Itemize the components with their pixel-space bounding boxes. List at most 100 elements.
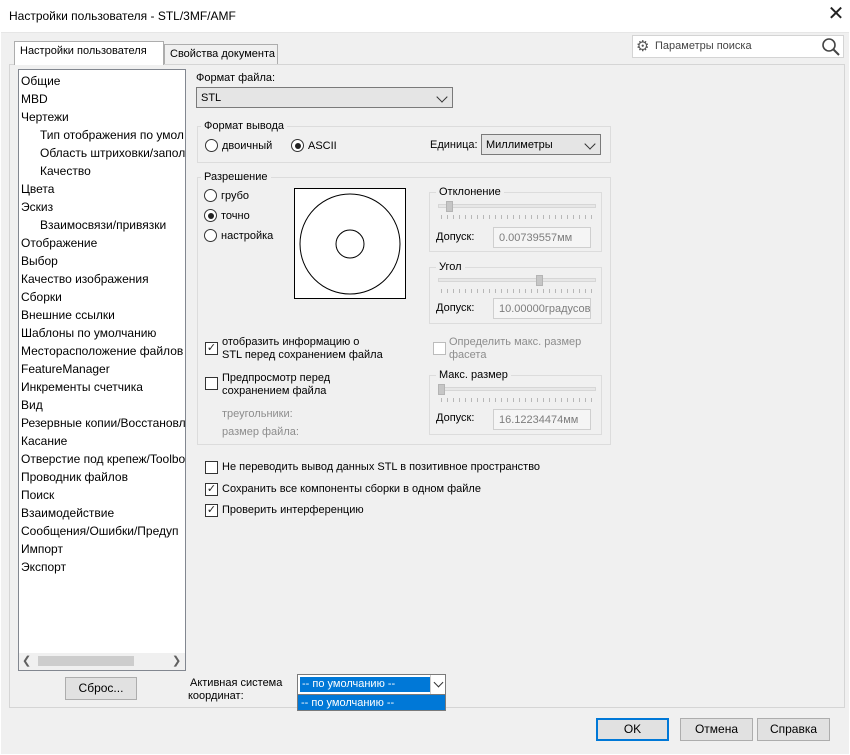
tree-item-quality[interactable]: Качество	[40, 164, 91, 178]
max-size-title: Макс. размер	[436, 369, 511, 381]
resolution-preview	[294, 188, 406, 299]
tree-item-export[interactable]: Экспорт	[21, 560, 66, 574]
tree-item-search[interactable]: Поиск	[21, 488, 54, 502]
show-info-label-2: STL перед сохранением файла	[222, 349, 383, 361]
no-translate-checkbox[interactable]	[205, 461, 218, 474]
filesize-label: размер файла:	[222, 426, 299, 438]
tree-item-touch[interactable]: Касание	[21, 434, 67, 448]
gear-icon[interactable]: ⚙	[636, 37, 649, 55]
max-size-checkbox-label-2: фасета	[449, 349, 487, 361]
deviation-title: Отклонение	[436, 186, 504, 198]
radio-custom[interactable]	[204, 229, 217, 242]
tree-item-assemblies[interactable]: Сборки	[21, 290, 62, 304]
close-icon[interactable]: ✕	[824, 3, 848, 27]
tree-item-messages[interactable]: Сообщения/Ошибки/Предуп	[21, 524, 179, 538]
file-format-select[interactable]: STL	[196, 87, 453, 108]
show-info-label-1: отобразить информацию о	[222, 336, 360, 348]
tree-item-sketch[interactable]: Эскиз	[21, 200, 53, 214]
radio-custom-label: настройка	[221, 230, 274, 242]
check-interference-label: Проверить интерференцию	[222, 504, 364, 516]
ok-button[interactable]: OK	[596, 718, 669, 741]
save-all-components-checkbox[interactable]: ✓	[205, 483, 218, 496]
unit-label: Единица:	[430, 139, 478, 151]
tree-item-hole-wizard[interactable]: Отверстие под крепеж/Toolbo	[21, 452, 185, 466]
deviation-ticks	[441, 215, 595, 219]
coord-system-select[interactable]: -- по умолчанию --	[297, 674, 446, 695]
tree-item-file-locations[interactable]: Месторасположение файлов	[21, 344, 183, 358]
output-format-title: Формат вывода	[201, 120, 288, 132]
coord-system-dropdown-button[interactable]	[430, 675, 446, 694]
tree-item-file-explorer[interactable]: Проводник файлов	[21, 470, 128, 484]
tree-item-default-templates[interactable]: Шаблоны по умолчанию	[21, 326, 156, 340]
deviation-tol-field[interactable]: 0.00739557мм	[493, 227, 591, 248]
preview-label-1: Предпросмотр перед	[222, 372, 331, 384]
triangles-label: треугольники:	[222, 408, 293, 420]
angle-slider[interactable]	[438, 278, 596, 282]
tree-item-backup[interactable]: Резервные копии/Восстановл	[21, 416, 185, 430]
tree-item-import[interactable]: Импорт	[21, 542, 63, 556]
radio-ascii[interactable]	[291, 139, 304, 152]
scroll-left-icon[interactable]: ❮	[22, 654, 31, 667]
scrollbar-thumb[interactable]	[38, 656, 134, 666]
tree-item-view[interactable]: Вид	[21, 398, 43, 412]
tab-user-settings[interactable]: Настройки пользователя	[14, 41, 164, 65]
deviation-tol-label: Допуск:	[436, 231, 475, 243]
tree-item-display-style[interactable]: Тип отображения по умол	[40, 128, 184, 142]
tree-item-image-quality[interactable]: Качество изображения	[21, 272, 149, 286]
radio-fine[interactable]	[204, 209, 217, 222]
coord-system-value: -- по умолчанию --	[300, 677, 430, 692]
search-icon[interactable]	[821, 37, 841, 57]
radio-coarse[interactable]	[204, 189, 217, 202]
reset-button[interactable]: Сброс...	[65, 677, 137, 700]
file-format-label: Формат файла:	[196, 72, 276, 84]
scroll-right-icon[interactable]: ❯	[172, 654, 181, 667]
file-format-value: STL	[201, 92, 222, 104]
tree-item-mbd[interactable]: MBD	[21, 92, 48, 106]
check-interference-checkbox[interactable]: ✓	[205, 504, 218, 517]
radio-fine-label: точно	[221, 210, 250, 222]
max-size-slider-thumb[interactable]	[438, 384, 445, 395]
tree-item-relations[interactable]: Взаимосвязи/привязки	[40, 218, 166, 232]
tree-item-collaboration[interactable]: Взаимодействие	[21, 506, 114, 520]
settings-tree: Общие MBD Чертежи Тип отображения по умо…	[18, 69, 186, 671]
preview-checkbox[interactable]	[205, 377, 218, 390]
angle-slider-thumb[interactable]	[536, 275, 543, 286]
coord-system-label-1: Активная система	[190, 677, 283, 689]
title-bar: Настройки пользователя - STL/3MF/AMF ✕	[0, 0, 850, 32]
show-info-checkbox[interactable]: ✓	[205, 342, 218, 355]
resolution-title: Разрешение	[201, 171, 271, 183]
search-placeholder: Параметры поиска	[655, 40, 752, 52]
chevron-down-icon	[436, 91, 448, 103]
max-size-checkbox[interactable]	[433, 342, 446, 355]
tree-item-display[interactable]: Отображение	[21, 236, 97, 250]
deviation-slider[interactable]	[438, 204, 596, 208]
window-title: Настройки пользователя - STL/3MF/AMF	[9, 9, 236, 23]
chevron-down-icon	[584, 138, 596, 150]
coord-system-dropdown-item[interactable]: -- по умолчанию --	[297, 694, 446, 711]
tab-document-properties[interactable]: Свойства документа	[164, 44, 278, 65]
tree-item-featuremanager[interactable]: FeatureManager	[21, 362, 110, 376]
tree-item-selection[interactable]: Выбор	[21, 254, 58, 268]
tree-item-colors[interactable]: Цвета	[21, 182, 54, 196]
tree-item-hatch-area[interactable]: Область штриховки/запол	[40, 146, 185, 160]
radio-binary-label: двоичный	[222, 140, 273, 152]
tree-item-drawings[interactable]: Чертежи	[21, 110, 69, 124]
tree-horizontal-scrollbar[interactable]: ❮ ❯	[19, 653, 185, 670]
angle-tol-label: Допуск:	[436, 302, 475, 314]
search-input[interactable]: ⚙ Параметры поиска	[632, 35, 844, 58]
unit-select[interactable]: Миллиметры	[481, 134, 601, 155]
radio-binary[interactable]	[205, 139, 218, 152]
tree-item-spin-increments[interactable]: Инкременты счетчика	[21, 380, 143, 394]
preview-label-2: сохранением файла	[222, 385, 327, 397]
no-translate-label: Не переводить вывод данных STL в позитив…	[222, 461, 541, 473]
deviation-slider-thumb[interactable]	[446, 201, 453, 212]
tree-item-external-refs[interactable]: Внешние ссылки	[21, 308, 115, 322]
max-size-slider[interactable]	[438, 387, 596, 391]
unit-value: Миллиметры	[486, 139, 553, 151]
help-button[interactable]: Справка	[757, 718, 830, 741]
max-size-tol-field[interactable]: 16.12234474мм	[493, 409, 591, 430]
max-size-tol-label: Допуск:	[436, 412, 475, 424]
tree-item-general[interactable]: Общие	[21, 74, 60, 88]
cancel-button[interactable]: Отмена	[680, 718, 753, 741]
angle-tol-field[interactable]: 10.00000градусов	[493, 298, 591, 319]
